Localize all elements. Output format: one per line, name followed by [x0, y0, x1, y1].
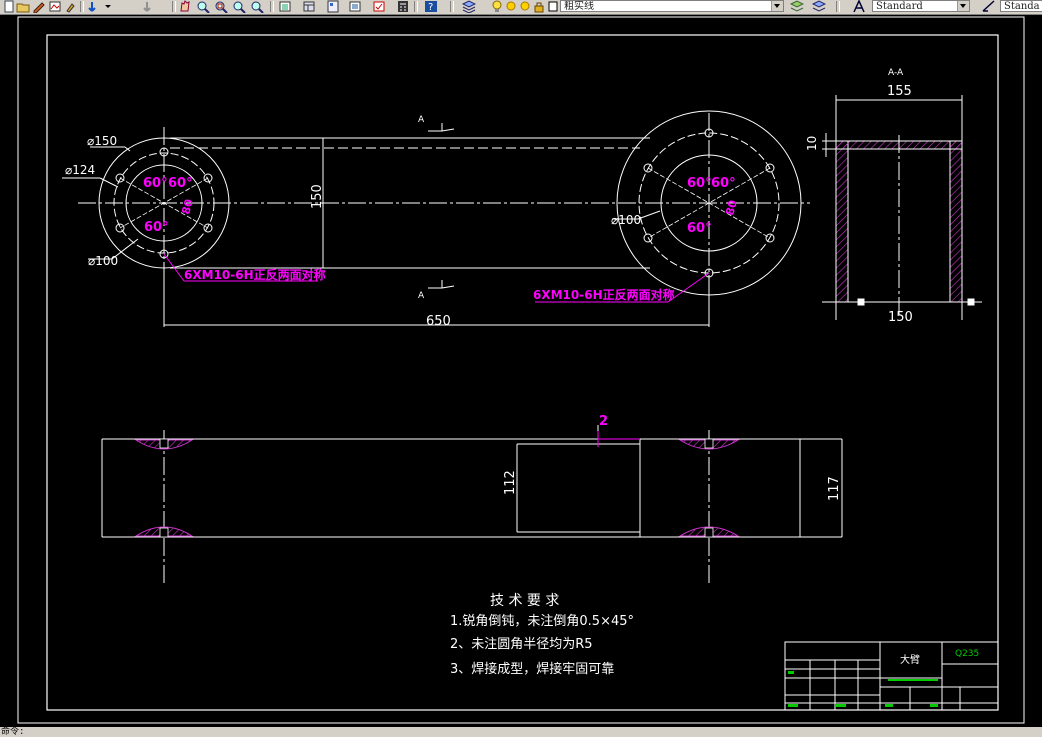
zoom-extents-icon[interactable] [250, 0, 264, 13]
toolbar-separator [450, 1, 454, 12]
view-arrow-label-bottom: A [418, 291, 425, 301]
layer-dropdown[interactable]: 粗实线 [560, 0, 784, 12]
tech-req-item-2: 2、未注圆角半径均为R5 [450, 637, 593, 652]
title-block: 大臂 Q235 [784, 641, 999, 711]
toolbar-separator [270, 1, 274, 12]
angle-60-left-top-a: 60° [143, 176, 168, 191]
dim-112: 112 [503, 470, 518, 495]
layer-lock-icon[interactable] [532, 0, 546, 13]
dim-d100-left: ⌀100 [88, 254, 118, 268]
text-style-icon[interactable] [852, 0, 866, 13]
dim-117: 117 [827, 476, 842, 501]
chevron-down-icon[interactable] [957, 1, 969, 11]
tool-palettes-icon[interactable] [326, 0, 340, 13]
toolbar-separator [80, 1, 84, 12]
toolbar-separator [836, 1, 840, 12]
dim-d150: ⌀150 [87, 134, 117, 148]
tech-requirements: 技 术 要 求 1.锐角倒钝，未注倒角0.5×45° 2、未注圆角半径均为R5 … [450, 593, 634, 677]
chevron-down-icon[interactable] [771, 1, 783, 11]
toolbar: ? 粗实线 Standard Standa [0, 0, 1042, 15]
dim-650: 650 [426, 314, 451, 329]
dimension-style-value: Standa [1004, 1, 1040, 12]
redo-icon[interactable] [140, 0, 154, 13]
new-file-icon[interactable] [2, 0, 16, 13]
undo-dropdown-icon[interactable] [102, 0, 116, 13]
sheet-set-icon[interactable] [348, 0, 362, 13]
angle-60-left-top-b: 60° [168, 176, 193, 191]
undo-icon[interactable] [88, 0, 102, 13]
thread-note-left: 6XM10-6H正反两面对称 [184, 267, 326, 282]
text-style-dropdown[interactable]: Standard [872, 0, 970, 12]
material-q235: Q235 [955, 649, 979, 659]
dimension-style-icon[interactable] [982, 0, 996, 13]
calculator-icon[interactable] [396, 0, 410, 13]
view-arrow-label-top: A [418, 115, 425, 125]
drawing-canvas[interactable]: ⌀150 ⌀124 ⌀100 ⌀100 A A 650 150 60° 60° … [0, 15, 1042, 727]
layer-previous-icon[interactable] [812, 0, 826, 13]
dim-section-150: 150 [888, 310, 913, 325]
top-view [62, 110, 810, 327]
layer-thaw-sun-icon[interactable] [504, 0, 518, 13]
angle-80-left: 80 [179, 197, 196, 215]
dim-vert-150: 150 [310, 184, 325, 209]
weld-symbol-2: 2 [599, 414, 608, 429]
plot-preview-icon[interactable] [48, 0, 62, 13]
angle-60-right-bottom: 60° [687, 221, 712, 236]
layer-manager-icon[interactable] [462, 0, 476, 13]
dim-155: 155 [887, 84, 912, 99]
dim-d124: ⌀124 [65, 163, 95, 177]
section-a-a-view: A-A 155 150 10 [805, 68, 982, 325]
layer-on-bulb-icon[interactable] [490, 0, 504, 13]
front-view: 2 112 117 [101, 414, 843, 585]
help-icon[interactable]: ? [424, 0, 438, 13]
dim-d100-right: ⌀100 [611, 213, 641, 227]
zoom-window-icon[interactable] [214, 0, 228, 13]
toolbar-separator [414, 1, 418, 12]
angle-60-right-top-b: 60° [711, 176, 736, 191]
command-prompt: 命令: [1, 727, 25, 737]
tech-req-item-3: 3、焊接成型，焊接牢固可靠 [450, 661, 614, 677]
edit-pencil-icon[interactable] [32, 0, 46, 13]
paint-brush-icon[interactable] [64, 0, 78, 13]
layer-dropdown-value: 粗实线 [564, 1, 594, 12]
pan-hand-icon[interactable] [178, 0, 192, 13]
markup-icon[interactable] [372, 0, 386, 13]
part-name: 大臂 [900, 653, 920, 666]
thread-note-right: 6XM10-6H正反两面对称 [533, 287, 675, 302]
layer-unlock-icon[interactable] [518, 0, 532, 13]
layer-color-swatch-icon[interactable] [546, 0, 560, 13]
dimension-style-dropdown[interactable]: Standa [1000, 0, 1042, 12]
make-current-layer-icon[interactable] [790, 0, 804, 13]
tech-req-title: 技 术 要 求 [490, 593, 559, 609]
command-line[interactable]: 命令: [0, 727, 1042, 737]
design-center-icon[interactable] [302, 0, 316, 13]
angle-80-right: 80 [723, 198, 740, 216]
toolbar-separator [172, 1, 176, 12]
properties-icon[interactable] [278, 0, 292, 13]
section-label: A-A [888, 68, 904, 78]
dim-10: 10 [805, 136, 819, 151]
open-file-icon[interactable] [16, 0, 30, 13]
svg-text:?: ? [428, 2, 433, 13]
angle-60-left-bottom: 60° [144, 220, 169, 235]
angle-60-right-top-a: 60° [687, 176, 712, 191]
tech-req-item-1: 1.锐角倒钝，未注倒角0.5×45° [450, 614, 634, 629]
zoom-previous-icon[interactable] [232, 0, 246, 13]
zoom-realtime-icon[interactable] [196, 0, 210, 13]
text-style-value: Standard [876, 1, 923, 12]
